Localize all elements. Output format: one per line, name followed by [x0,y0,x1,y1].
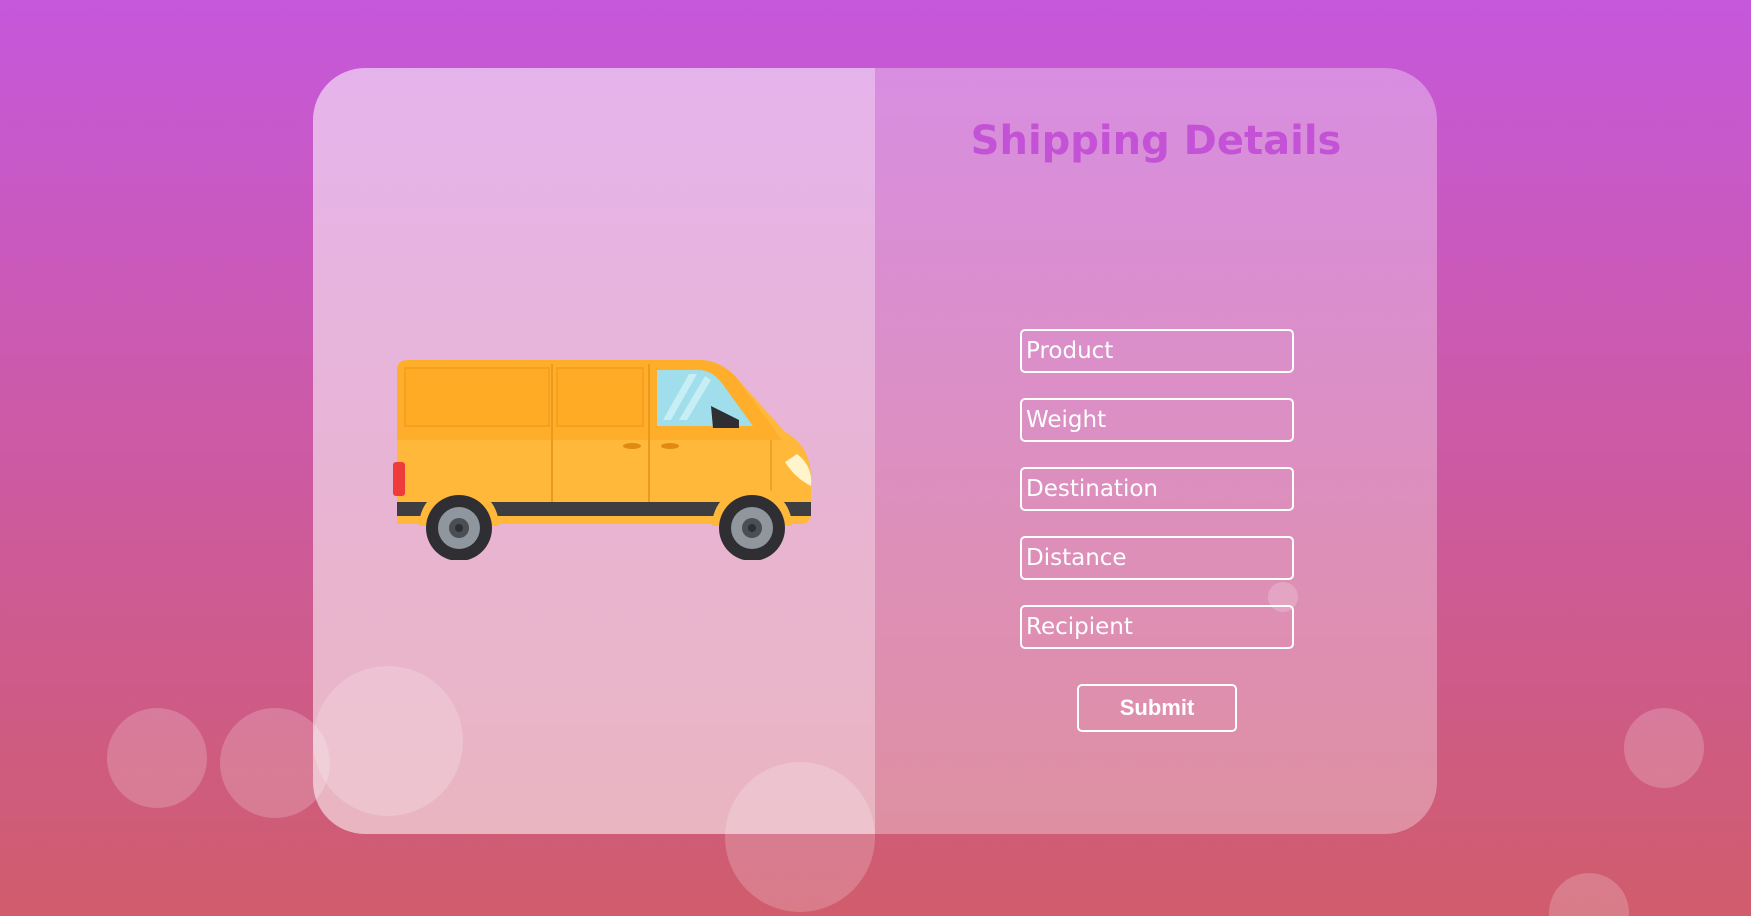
background-bubble [725,762,875,912]
background-bubble [107,708,207,808]
destination-input[interactable] [1020,467,1294,511]
weight-input[interactable] [1020,398,1294,442]
distance-input[interactable] [1020,536,1294,580]
page-title: Shipping Details [970,118,1342,164]
product-input[interactable] [1020,329,1294,373]
form-panel: Shipping Details Submit [875,68,1437,834]
background-bubble [313,666,463,816]
shipping-card: Shipping Details Submit [313,68,1437,834]
delivery-van-icon [393,360,812,560]
background-bubble [1549,873,1629,916]
background-bubble [1268,582,1298,612]
recipient-input[interactable] [1020,605,1294,649]
background-bubble [1624,708,1704,788]
submit-button[interactable]: Submit [1077,684,1237,732]
